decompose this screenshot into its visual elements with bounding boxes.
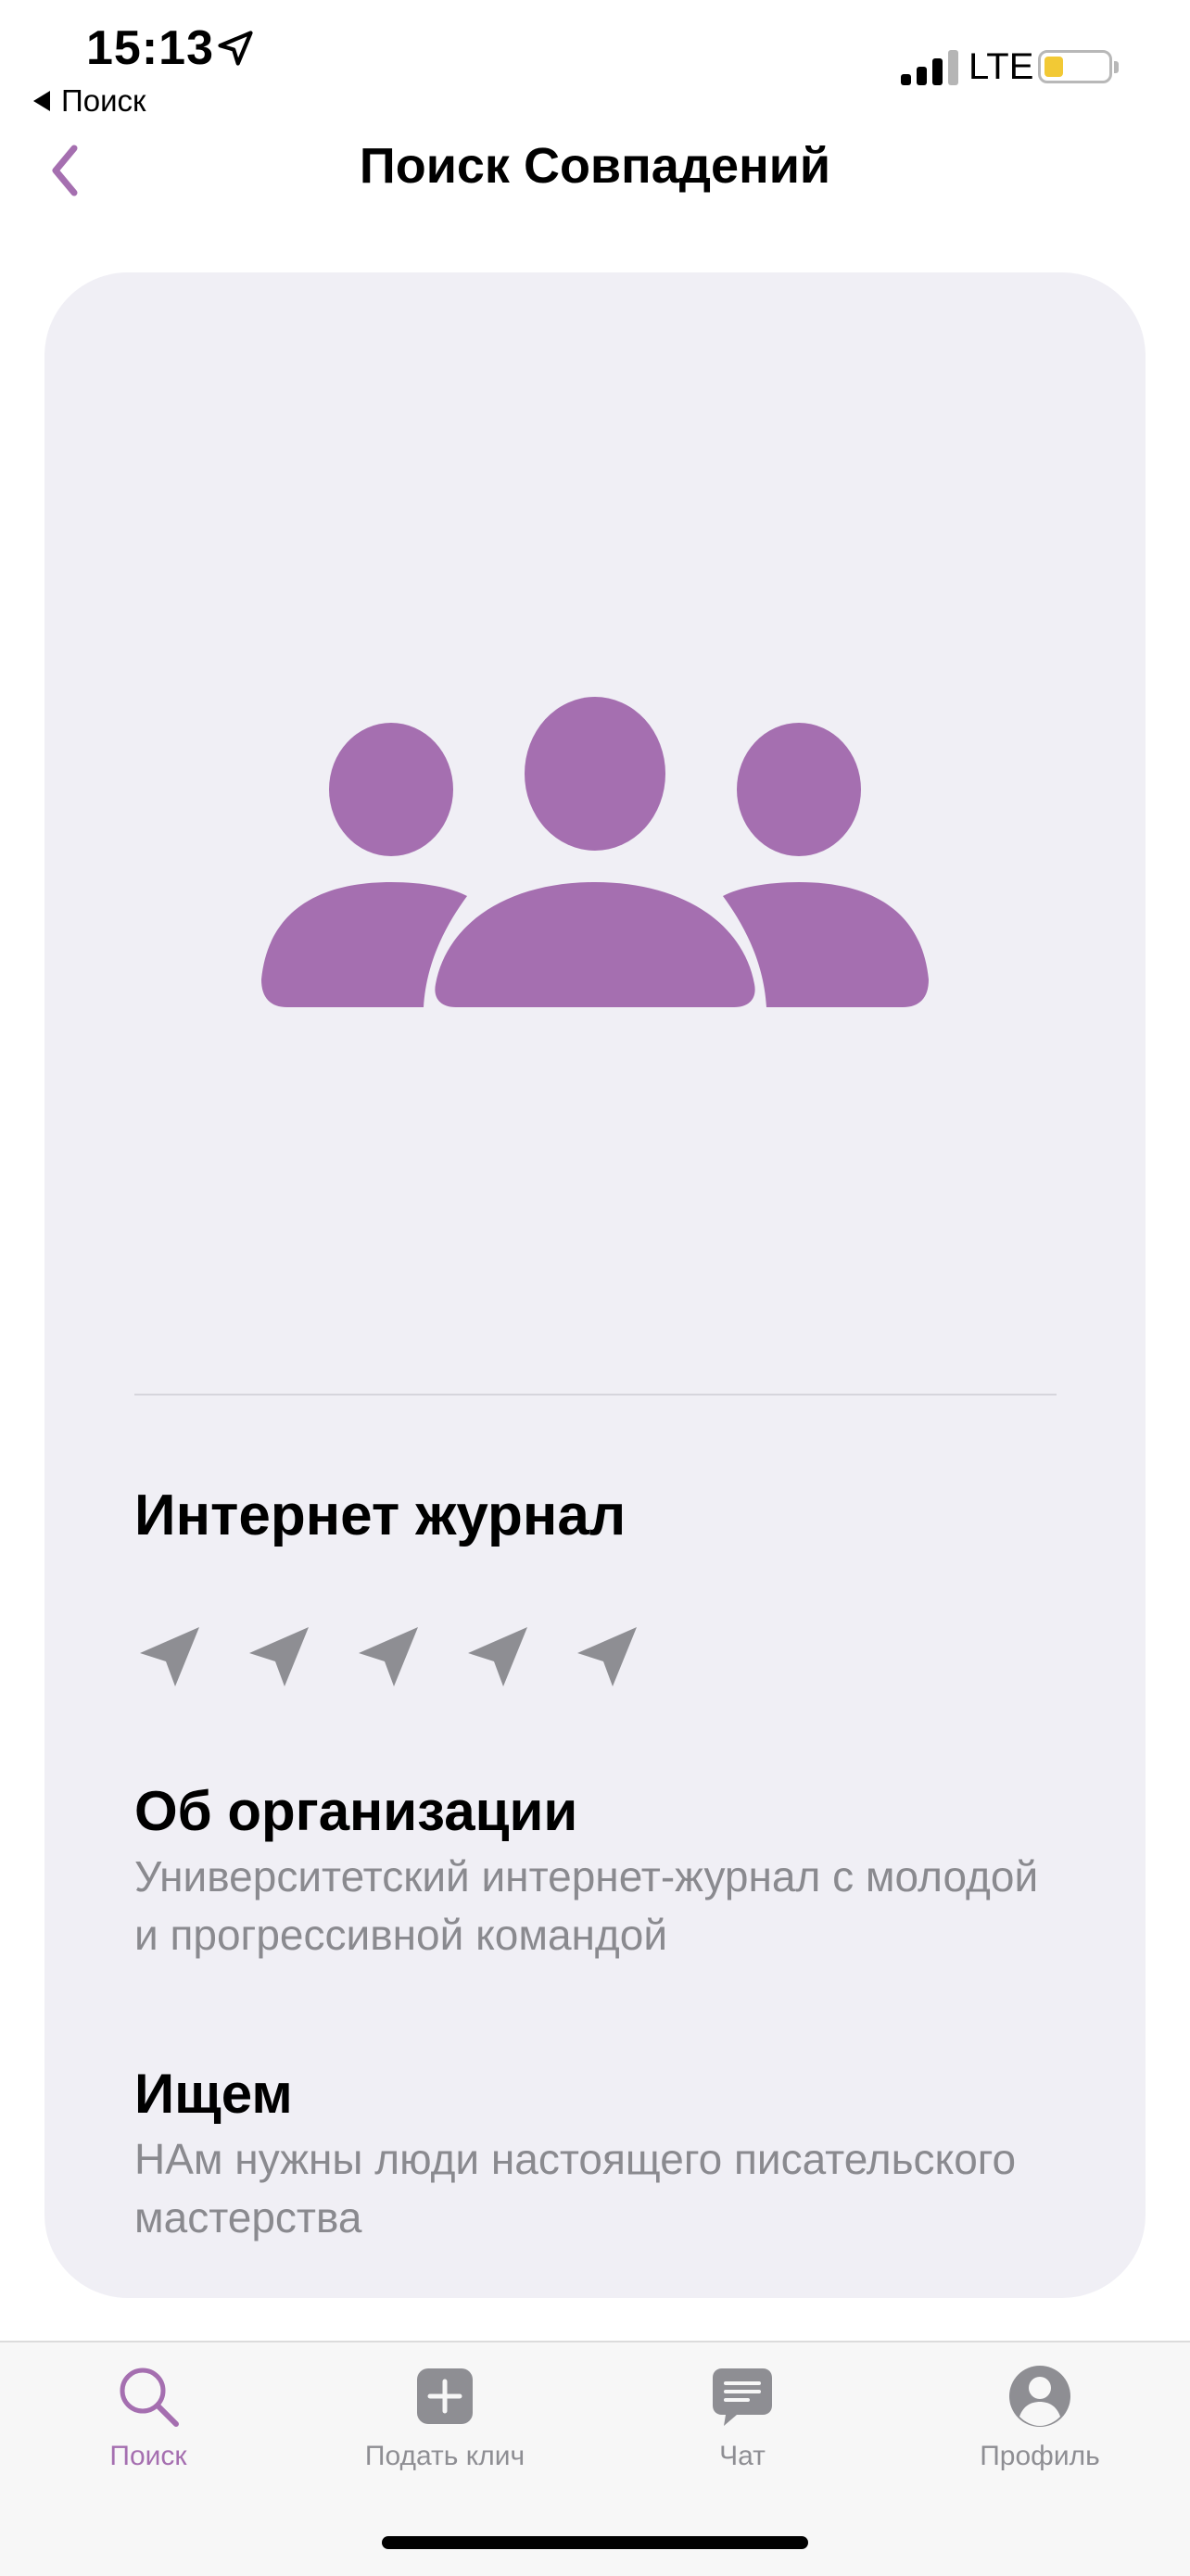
page-title: Поиск Совпадений [359, 138, 831, 194]
battery-cap [1114, 61, 1119, 73]
search-icon [120, 2368, 179, 2427]
profile-icon [1009, 2366, 1070, 2427]
paper-plane-icon [359, 1627, 418, 1686]
home-indicator[interactable] [382, 2536, 808, 2549]
seeking-title: Ищем [134, 2063, 293, 2125]
paper-plane-icon [140, 1627, 199, 1686]
status-bar: 15:13 Поиск LTE [0, 0, 1190, 120]
rating-plane-icons [134, 1620, 646, 1694]
tab-call-label: Подать клич [364, 2441, 525, 2471]
tab-search[interactable]: Поиск [37, 2363, 260, 2472]
organization-name: Интернет журнал [134, 1484, 627, 1547]
card-divider [134, 1394, 1057, 1395]
network-type: LTE [968, 46, 1034, 87]
location-arrow-icon [218, 31, 253, 66]
cellular-signal-icon [901, 50, 958, 85]
about-text: Университетский интернет-журнал с молодо… [134, 1852, 1039, 1959]
tab-chat[interactable]: Чат [631, 2363, 854, 2472]
about-title: Об организации [134, 1780, 578, 1842]
status-time: 15:13 [86, 21, 214, 75]
tab-profile[interactable]: Профиль [929, 2363, 1151, 2472]
chat-bubble-icon [713, 2368, 772, 2426]
group-people-icon [261, 697, 929, 1007]
paper-plane-icon [249, 1627, 309, 1686]
paper-plane-icon [468, 1627, 527, 1686]
tab-profile-label: Профиль [980, 2441, 1100, 2471]
tab-call[interactable]: Подать клич [334, 2363, 556, 2472]
tab-chat-label: Чат [719, 2441, 766, 2471]
back-triangle-icon [33, 91, 50, 111]
tab-search-label: Поиск [109, 2441, 187, 2471]
battery-icon [1038, 50, 1112, 83]
back-app-label: Поиск [61, 83, 146, 118]
paper-plane-icon [577, 1627, 637, 1686]
plus-square-icon [417, 2368, 473, 2424]
back-to-app-link[interactable]: Поиск [33, 83, 146, 119]
seeking-text: НАм нужны люди настоящего писательского … [134, 2135, 1017, 2241]
match-card[interactable] [44, 272, 1146, 2298]
